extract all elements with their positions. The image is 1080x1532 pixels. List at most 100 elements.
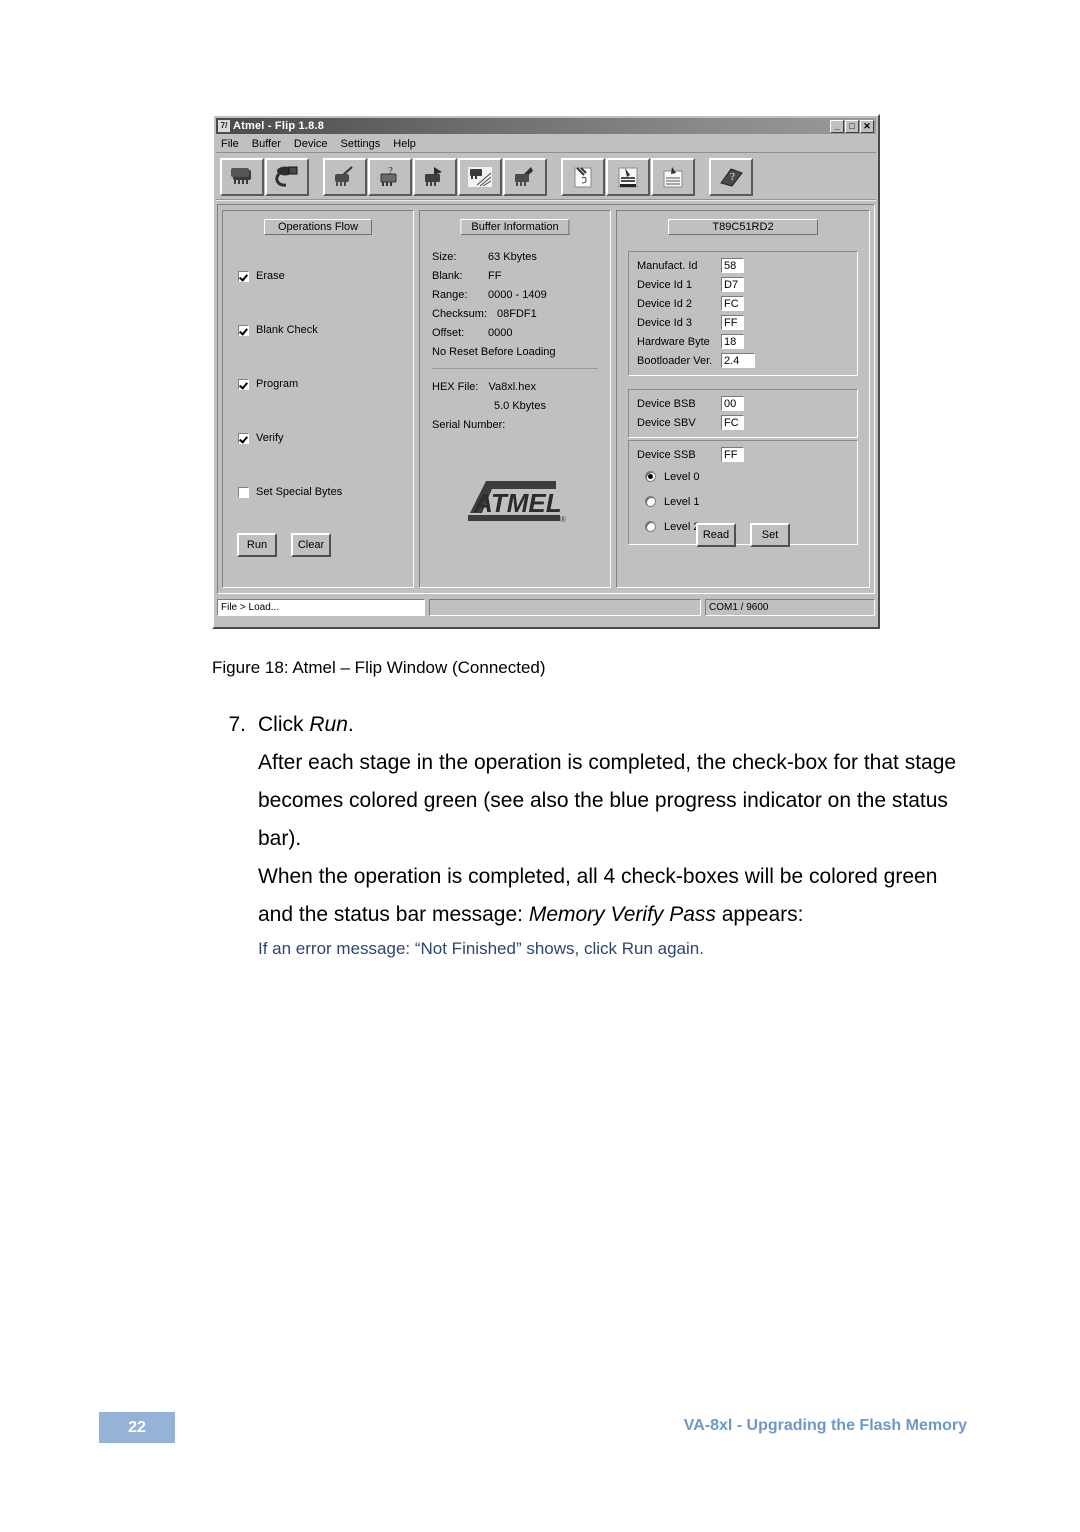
instruction-steps: 7. Click Run. After each stage in the op…	[212, 706, 972, 962]
buffer-key-blank: Blank:	[432, 270, 463, 282]
checkbox-row-erase[interactable]: Erase	[238, 268, 342, 284]
svg-text:®: ®	[560, 515, 566, 524]
save-file-icon[interactable]	[651, 158, 695, 196]
device-row-bsb: Device BSB 00	[637, 394, 849, 413]
buffer-value-hex-file-size: 5.0 Kbytes	[494, 400, 546, 412]
checkbox-verify[interactable]	[238, 432, 249, 444]
device-label-device-id-2: Device Id 2	[637, 297, 693, 310]
device-title: T89C51RD2	[668, 219, 818, 235]
device-value-manufact-id[interactable]: 58	[721, 258, 744, 273]
device-row-bootloader-ver: Bootloader Ver. 2.4	[637, 351, 849, 370]
step-number: 7.	[228, 713, 246, 736]
device-value-bootloader-ver[interactable]: 2.4	[721, 353, 755, 368]
footer-title: VA-8xl - Upgrading the Flash Memory	[683, 1417, 967, 1434]
read-button[interactable]: Read	[696, 523, 736, 547]
minimize-icon[interactable]: _	[830, 119, 844, 133]
device-value-device-id-1[interactable]: D7	[721, 277, 744, 292]
paragraph-1: After each stage in the operation is com…	[258, 751, 957, 850]
radio-label-level-1: Level 1	[664, 495, 700, 508]
radio-label-level-0: Level 0	[664, 470, 700, 483]
device-value-ssb[interactable]: FF	[721, 447, 744, 462]
connection-status: COM1 / 9600	[705, 599, 875, 616]
menu-bar: File Buffer Device Settings Help	[216, 135, 876, 153]
run-button[interactable]: Run	[237, 533, 277, 557]
device-label-sbv: Device SBV	[637, 416, 696, 429]
read-icon[interactable]	[503, 158, 547, 196]
buffer-reset-note: No Reset Before Loading	[432, 346, 556, 358]
load-file-icon[interactable]	[606, 158, 650, 196]
checkbox-label-blank-check: Blank Check	[256, 324, 318, 336]
toolbar-group-operations: ?	[323, 158, 548, 196]
menu-device[interactable]: Device	[294, 138, 328, 150]
device-label-device-id-1: Device Id 1	[637, 278, 693, 291]
device-value-device-id-2[interactable]: FC	[721, 296, 744, 311]
select-device-icon[interactable]	[220, 158, 264, 196]
window-title-bar[interactable]: 7/ Atmel - Flip 1.8.8 _ □ ✕	[216, 118, 876, 134]
menu-settings[interactable]: Settings	[341, 138, 381, 150]
status-bar: File > Load... COM1 / 9600	[217, 598, 875, 617]
verify-icon[interactable]	[458, 158, 502, 196]
erase-icon[interactable]	[323, 158, 367, 196]
checkbox-row-set-special-bytes[interactable]: Set Special Bytes	[238, 484, 342, 500]
buffer-value-blank: FF	[488, 270, 502, 282]
progress-indicator	[429, 599, 701, 616]
device-value-device-id-3[interactable]: FF	[721, 315, 744, 330]
checkbox-erase[interactable]	[238, 270, 249, 282]
checkbox-row-blank-check[interactable]: Blank Check	[238, 322, 342, 338]
radio-level-1[interactable]	[645, 496, 656, 507]
operations-flow-panel: Operations Flow Erase Blank Check Progra…	[222, 210, 414, 588]
step-prefix: Click	[258, 713, 310, 736]
help-icon[interactable]: ?	[709, 158, 753, 196]
buffer-key-offset: Offset:	[432, 327, 465, 339]
device-byte-group: Device BSB 00 Device SBV FC	[628, 389, 858, 438]
set-button[interactable]: Set	[750, 523, 790, 547]
checkbox-label-erase: Erase	[256, 270, 285, 282]
device-row-device-id-2: Device Id 2 FC	[637, 294, 849, 313]
close-icon[interactable]: ✕	[860, 119, 874, 133]
radio-row-level-0[interactable]: Level 0	[637, 464, 849, 489]
clear-button[interactable]: Clear	[291, 533, 331, 557]
figure-caption: Figure 18: Atmel – Flip Window (Connecte…	[212, 658, 546, 677]
buffer-information-panel: Buffer Information Size: 63 Kbytes Blank…	[419, 210, 611, 588]
new-file-icon[interactable]	[561, 158, 605, 196]
communication-settings-icon[interactable]	[265, 158, 309, 196]
buffer-information-title: Buffer Information	[460, 219, 570, 235]
svg-text:ATMEL: ATMEL	[473, 488, 562, 518]
checkbox-row-program[interactable]: Program	[238, 376, 342, 392]
checkbox-program[interactable]	[238, 378, 249, 390]
menu-help[interactable]: Help	[393, 138, 416, 150]
program-icon[interactable]	[413, 158, 457, 196]
radio-level-0[interactable]	[645, 471, 656, 482]
buffer-value-range: 0000 - 1409	[488, 289, 547, 301]
radio-row-level-1[interactable]: Level 1	[637, 489, 849, 514]
window-client-area: Operations Flow Erase Blank Check Progra…	[217, 204, 875, 594]
device-row-hardware-byte: Hardware Byte 18	[637, 332, 849, 351]
device-label-bootloader-ver: Bootloader Ver.	[637, 354, 713, 367]
buffer-row-serial-number: Serial Number:	[432, 419, 600, 431]
buffer-value-size: 63 Kbytes	[488, 251, 537, 263]
buffer-key-hex-file: HEX File:	[432, 381, 479, 393]
checkbox-label-set-special-bytes: Set Special Bytes	[256, 486, 343, 498]
checkbox-set-special-bytes[interactable]	[238, 486, 249, 498]
device-panel: T89C51RD2 Manufact. Id 58 Device Id 1 D7…	[616, 210, 870, 588]
device-id-group: Manufact. Id 58 Device Id 1 D7 Device Id…	[628, 251, 858, 376]
device-value-hardware-byte[interactable]: 18	[721, 334, 744, 349]
menu-buffer[interactable]: Buffer	[252, 138, 281, 150]
device-value-sbv[interactable]: FC	[721, 415, 744, 430]
radio-level-2[interactable]	[645, 521, 656, 532]
device-label-ssb: Device SSB	[637, 448, 696, 461]
buffer-row-blank: Blank: FF	[432, 270, 600, 282]
paragraph-2: When the operation is completed, all 4 c…	[258, 858, 972, 934]
blank-check-icon[interactable]: ?	[368, 158, 412, 196]
device-label-manufact-id: Manufact. Id	[637, 259, 698, 272]
checkbox-blank-check[interactable]	[238, 324, 249, 336]
maximize-icon[interactable]: □	[845, 119, 859, 133]
menu-file[interactable]: File	[221, 138, 239, 150]
device-label-bsb: Device BSB	[637, 397, 696, 410]
device-value-bsb[interactable]: 00	[721, 396, 744, 411]
buffer-row-hex-file: HEX File: Va8xl.hex	[432, 381, 600, 393]
buffer-row-size: Size: 63 Kbytes	[432, 251, 600, 263]
window-controls: _ □ ✕	[830, 119, 874, 133]
checkbox-row-verify[interactable]: Verify	[238, 430, 342, 446]
radio-label-level-2: Level 2	[664, 520, 700, 533]
